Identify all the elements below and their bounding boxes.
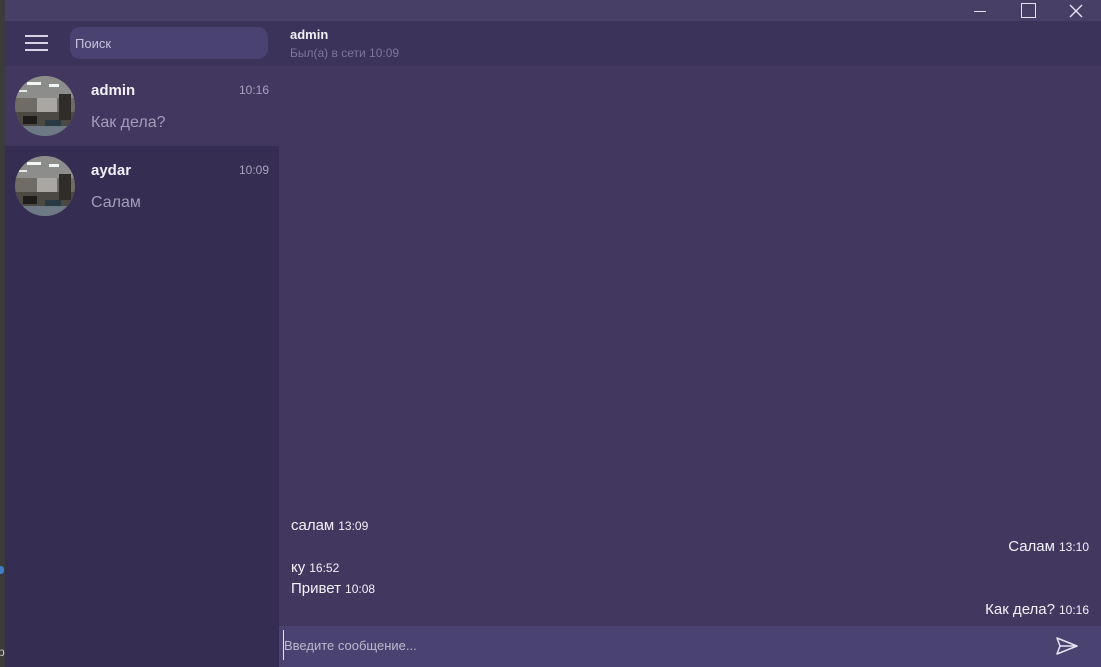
- avatar: [15, 156, 75, 216]
- desktop-edge-char: р: [0, 645, 5, 659]
- chat-time: 10:09: [238, 163, 269, 177]
- contact-name: admin: [290, 27, 329, 42]
- maximize-button[interactable]: [1005, 0, 1051, 21]
- chat-list-item-admin[interactable]: admin 10:16 Как дела?: [5, 66, 279, 146]
- message-time: 10:08: [345, 582, 376, 596]
- close-button[interactable]: [1053, 0, 1099, 21]
- sidebar: admin 10:16 Как дела? aydar 10:09 Салам: [5, 21, 279, 667]
- message-incoming: салам 13:09: [291, 517, 368, 534]
- message-incoming: ку 16:52: [291, 559, 339, 576]
- chat-preview: Как дела?: [91, 114, 166, 131]
- send-button[interactable]: [1055, 636, 1081, 658]
- minimize-button[interactable]: [957, 0, 1003, 21]
- message-time: 10:16: [1058, 603, 1089, 617]
- taskbar-indicator: [0, 566, 4, 574]
- avatar: [15, 76, 75, 136]
- message-time: 13:10: [1058, 540, 1089, 554]
- message-outgoing: Как дела? 10:16: [985, 601, 1089, 618]
- chat-name: admin: [91, 82, 136, 99]
- send-icon: [1056, 637, 1078, 655]
- chat-name: aydar: [91, 162, 132, 179]
- message-time: 13:09: [338, 519, 369, 533]
- hamburger-menu-icon[interactable]: [25, 34, 49, 52]
- message-incoming: Привет 10:08: [291, 580, 375, 597]
- close-icon: [1069, 4, 1083, 17]
- message-time: 16:52: [309, 561, 340, 575]
- message-text: ку: [291, 559, 306, 576]
- title-bar: [5, 0, 1101, 21]
- sidebar-header: [5, 21, 279, 66]
- message-text: Салам: [1008, 538, 1055, 555]
- message-composer: [279, 626, 1101, 667]
- search-input[interactable]: [70, 27, 268, 59]
- chat-list-item-aydar[interactable]: aydar 10:09 Салам: [5, 146, 279, 226]
- message-outgoing: Салам 13:10: [1008, 538, 1089, 555]
- message-text: Привет: [291, 580, 342, 597]
- message-text: Как дела?: [985, 601, 1055, 618]
- chat-time: 10:16: [238, 83, 269, 97]
- message-text: салам: [291, 517, 335, 534]
- maximize-icon: [1020, 3, 1036, 18]
- message-input[interactable]: [283, 630, 1043, 660]
- minimize-icon: [974, 10, 986, 12]
- last-seen-status: Был(а) в сети 10:09: [290, 46, 400, 60]
- chat-header: admin Был(а) в сети 10:09: [279, 21, 1101, 66]
- chat-preview: Салам: [91, 194, 141, 211]
